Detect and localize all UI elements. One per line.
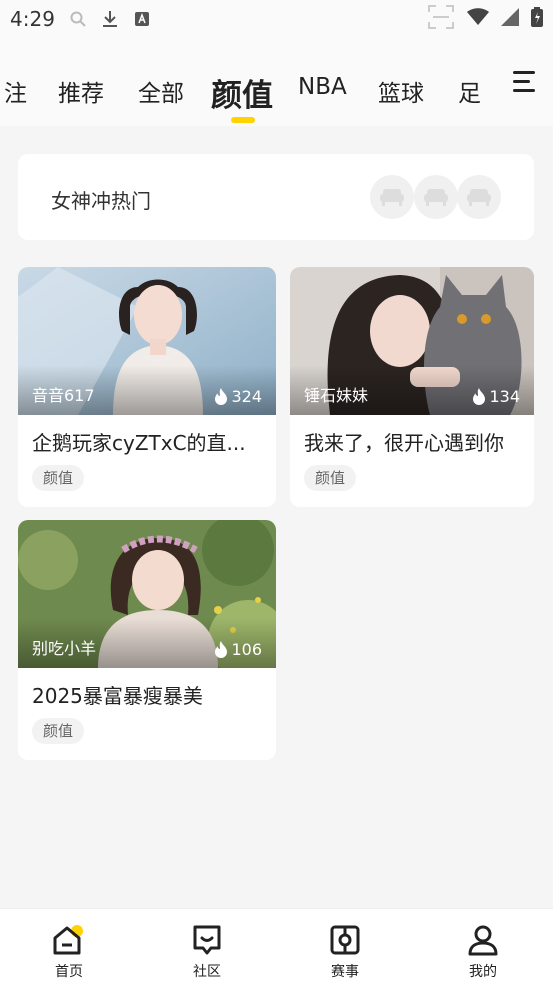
- room-tag: 颜值: [32, 718, 85, 744]
- heat-count: 324: [214, 387, 262, 406]
- search-icon: [69, 10, 87, 28]
- room-title: 2025暴富暴瘦暴美: [32, 684, 203, 708]
- category-tabs: 注推荐 全部 颜值 NBA 篮球足: [0, 38, 553, 126]
- tab-item[interactable]: 推荐: [58, 74, 104, 108]
- sofa-seat-icon[interactable]: [457, 175, 501, 219]
- home-icon: [53, 925, 83, 955]
- bottom-nav: 首页 社区 赛事 我的: [0, 908, 553, 983]
- room-thumbnail: 别吃小羊 106: [18, 520, 276, 668]
- nav-home-label: 首页: [55, 964, 83, 980]
- room-tag: 颜值: [304, 465, 357, 491]
- fire-icon: [473, 388, 486, 405]
- match-icon: [330, 925, 360, 955]
- wifi-icon: [467, 8, 489, 30]
- tab-item[interactable]: 足: [458, 74, 481, 108]
- tab-item[interactable]: 篮球: [378, 74, 424, 108]
- status-time: 4:29: [10, 7, 55, 31]
- tab-item[interactable]: NBA: [298, 74, 347, 100]
- anchor-name: 锤石妹妹: [304, 386, 369, 405]
- status-bar: 4:29: [0, 0, 553, 38]
- tab-item[interactable]: 注: [4, 74, 27, 108]
- nav-profile-label: 我的: [469, 964, 497, 980]
- menu-icon: [513, 71, 535, 92]
- nav-matches-label: 赛事: [331, 964, 359, 980]
- fire-icon: [215, 641, 228, 658]
- scan-icon: [427, 4, 455, 34]
- heat-count: 106: [214, 640, 262, 659]
- room-title: 企鹅玩家cyZTxC的直...: [32, 431, 246, 455]
- nav-home[interactable]: 首页: [39, 923, 99, 981]
- live-room-card[interactable]: 锤石妹妹 134 我来了，很开心遇到你 颜值: [290, 267, 534, 507]
- hot-card-title: 女神冲热门: [51, 189, 151, 213]
- live-room-card[interactable]: 别吃小羊 106 2025暴富暴瘦暴美 颜值: [18, 520, 276, 760]
- anchor-name: 音音617: [32, 386, 95, 405]
- room-thumbnail: 锤石妹妹 134: [290, 267, 534, 415]
- live-room-card[interactable]: 音音617 324 企鹅玩家cyZTxC的直... 颜值: [18, 267, 276, 507]
- tab-item[interactable]: 颜值: [211, 70, 273, 115]
- nav-profile[interactable]: 我的: [453, 923, 513, 981]
- active-tab-indicator: [231, 117, 255, 123]
- nav-community-label: 社区: [193, 964, 221, 980]
- battery-icon: [531, 7, 543, 31]
- sofa-seat-icon[interactable]: [414, 175, 458, 219]
- tab-menu-button[interactable]: [497, 38, 553, 126]
- heat-value: 324: [231, 387, 262, 406]
- room-tag: 颜值: [32, 465, 85, 491]
- community-icon: [193, 925, 221, 955]
- signal-icon: [501, 8, 519, 30]
- fire-icon: [215, 388, 228, 405]
- room-title: 我来了，很开心遇到你: [304, 431, 504, 455]
- room-thumbnail: 音音617 324: [18, 267, 276, 415]
- nav-matches[interactable]: 赛事: [315, 923, 375, 981]
- download-icon: [101, 10, 119, 28]
- tab-item[interactable]: 全部: [138, 74, 184, 108]
- nav-community[interactable]: 社区: [177, 923, 237, 981]
- heat-value: 106: [231, 640, 262, 659]
- profile-icon: [468, 925, 498, 956]
- heat-value: 134: [489, 387, 520, 406]
- heat-count: 134: [472, 387, 520, 406]
- anchor-name: 别吃小羊: [32, 639, 97, 658]
- sofa-seat-icon[interactable]: [370, 175, 414, 219]
- hot-goddess-card[interactable]: 女神冲热门: [18, 154, 534, 240]
- app-notification-icon: [133, 10, 151, 28]
